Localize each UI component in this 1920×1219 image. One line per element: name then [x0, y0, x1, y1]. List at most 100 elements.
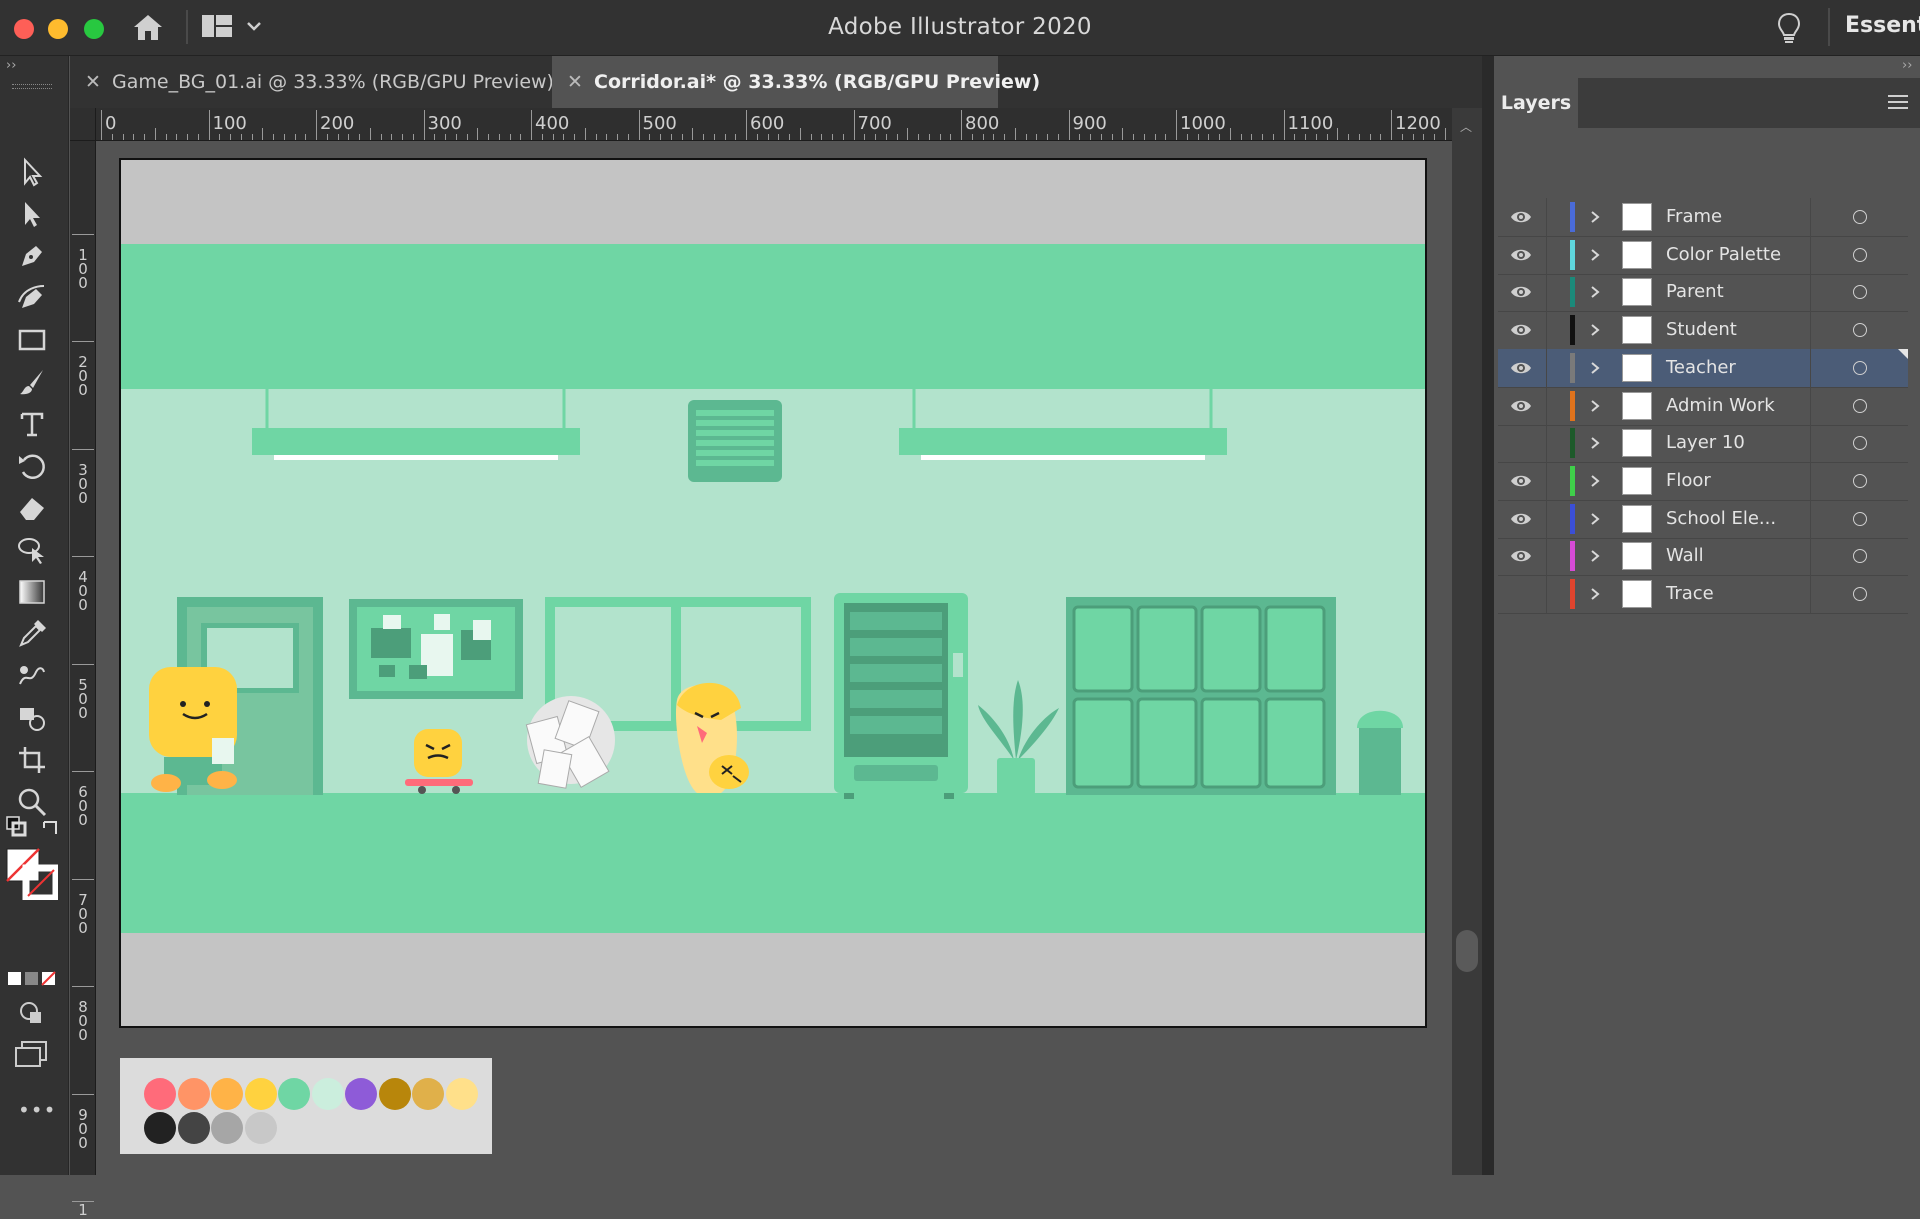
- blend-tool-icon[interactable]: [12, 658, 52, 694]
- layer-row-parent[interactable]: Parent: [1498, 273, 1908, 313]
- rotate-tool-icon[interactable]: [12, 448, 52, 484]
- visibility-eye-icon[interactable]: [1510, 585, 1532, 603]
- palette-swatch[interactable]: [244, 1112, 277, 1144]
- tab-game-bg[interactable]: ✕ Game_BG_01.ai @ 33.33% (RGB/GPU Preview…: [70, 56, 554, 108]
- layer-row-floor[interactable]: Floor: [1498, 461, 1908, 501]
- layer-name[interactable]: School Ele...: [1666, 508, 1776, 529]
- artboard-tool-icon[interactable]: [12, 742, 52, 778]
- color-mode-icons[interactable]: [8, 970, 58, 990]
- pen-tool-icon[interactable]: [12, 238, 52, 274]
- layer-name[interactable]: Admin Work: [1666, 395, 1775, 416]
- panel-menu-icon[interactable]: [1888, 94, 1908, 114]
- palette-swatch[interactable]: [211, 1078, 243, 1110]
- layer-name[interactable]: Teacher: [1666, 357, 1736, 378]
- expand-chevron-icon[interactable]: [1588, 209, 1602, 225]
- expand-chevron-icon[interactable]: [1588, 247, 1602, 263]
- layer-row-student[interactable]: Student: [1498, 311, 1908, 351]
- layer-row-trace[interactable]: Trace: [1498, 575, 1908, 614]
- workspace-switcher[interactable]: Essenti: [1845, 13, 1920, 38]
- drawing-mode-icon[interactable]: [18, 1000, 46, 1030]
- target-circle-icon[interactable]: [1853, 549, 1867, 564]
- target-circle-icon[interactable]: [1853, 285, 1867, 300]
- palette-swatch[interactable]: [144, 1112, 176, 1144]
- screen-mode-icon[interactable]: [14, 1040, 48, 1072]
- expand-chevron-icon[interactable]: [1588, 435, 1602, 451]
- target-circle-icon[interactable]: [1853, 360, 1867, 375]
- target-circle-icon[interactable]: [1853, 398, 1867, 413]
- target-circle-icon[interactable]: [1853, 323, 1867, 338]
- layer-row-wall[interactable]: Wall: [1498, 537, 1908, 577]
- target-circle-icon[interactable]: [1853, 587, 1867, 601]
- palette-swatch[interactable]: [412, 1078, 444, 1110]
- vertical-ruler[interactable]: 01002003004005006007008009001: [70, 108, 96, 1218]
- zoom-tool-icon[interactable]: [12, 784, 52, 820]
- layer-row-color-palette[interactable]: Color Palette: [1498, 235, 1908, 275]
- target-circle-icon[interactable]: [1853, 436, 1867, 451]
- swap-fill-stroke-icon[interactable]: [40, 816, 64, 840]
- ruler-origin[interactable]: [70, 108, 96, 141]
- layer-name[interactable]: Parent: [1666, 281, 1724, 302]
- layer-row-frame[interactable]: Frame: [1498, 198, 1908, 237]
- palette-swatch[interactable]: [211, 1112, 243, 1144]
- scroll-up-icon[interactable]: ︿: [1460, 118, 1472, 135]
- palette-swatch[interactable]: [278, 1078, 310, 1110]
- close-tab-icon[interactable]: ✕: [564, 56, 586, 108]
- gradient-tool-icon[interactable]: [12, 574, 52, 610]
- visibility-eye-icon[interactable]: [1510, 547, 1532, 565]
- expand-chevron-icon[interactable]: [1588, 586, 1602, 602]
- layer-name[interactable]: Trace: [1666, 583, 1714, 604]
- visibility-eye-icon[interactable]: [1510, 283, 1532, 301]
- selection-tool-icon[interactable]: [12, 154, 52, 190]
- layers-tab[interactable]: Layers: [1494, 78, 1578, 128]
- expand-panels-icon[interactable]: ››: [1902, 58, 1912, 73]
- artboard-corridor[interactable]: [119, 158, 1427, 1028]
- palette-swatch[interactable]: [345, 1078, 377, 1110]
- curvature-tool-icon[interactable]: [12, 280, 52, 316]
- palette-swatch[interactable]: [445, 1078, 478, 1110]
- target-circle-icon[interactable]: [1853, 473, 1867, 488]
- palette-swatch[interactable]: [177, 1112, 210, 1144]
- palette-swatch[interactable]: [177, 1078, 210, 1110]
- type-tool-icon[interactable]: [12, 406, 52, 442]
- visibility-eye-icon[interactable]: [1510, 397, 1532, 415]
- expand-chevron-icon[interactable]: [1588, 284, 1602, 300]
- edit-toolbar-button[interactable]: •••: [18, 1098, 56, 1122]
- lightbulb-icon[interactable]: [1777, 11, 1801, 49]
- panel-grip[interactable]: [12, 84, 52, 89]
- palette-swatch[interactable]: [378, 1078, 411, 1110]
- fill-stroke-swatch[interactable]: [6, 848, 60, 902]
- visibility-eye-icon[interactable]: [1510, 472, 1532, 490]
- scroll-thumb[interactable]: [1456, 930, 1478, 972]
- layer-row-teacher[interactable]: Teacher: [1498, 348, 1908, 388]
- expand-chevron-icon[interactable]: [1588, 360, 1602, 376]
- palette-swatch[interactable]: [311, 1078, 344, 1110]
- eyedropper-tool-icon[interactable]: [12, 616, 52, 652]
- direct-selection-tool-icon[interactable]: [12, 196, 52, 232]
- layer-row-school-ele[interactable]: School Ele...: [1498, 499, 1908, 539]
- expand-chevron-icon[interactable]: [1588, 473, 1602, 489]
- horizontal-ruler[interactable]: 0 100 200 300 400 500 600 700 800 900 1000 1100 1200: [95, 108, 1489, 141]
- palette-swatch[interactable]: [244, 1078, 277, 1110]
- layer-row-layer-10[interactable]: Layer 10: [1498, 424, 1908, 464]
- rectangle-tool-icon[interactable]: [12, 322, 52, 358]
- expand-chevron-icon[interactable]: [1588, 322, 1602, 338]
- visibility-eye-icon[interactable]: [1510, 510, 1532, 528]
- visibility-eye-icon[interactable]: [1510, 246, 1532, 264]
- layer-name[interactable]: Floor: [1666, 470, 1711, 491]
- layer-name[interactable]: Wall: [1666, 545, 1704, 566]
- layer-name[interactable]: Layer 10: [1666, 432, 1745, 453]
- target-circle-icon[interactable]: [1853, 210, 1867, 224]
- target-circle-icon[interactable]: [1853, 511, 1867, 526]
- shape-builder-tool-icon[interactable]: [12, 532, 52, 568]
- palette-swatch[interactable]: [144, 1078, 176, 1110]
- tab-corridor[interactable]: ✕ Corridor.ai* @ 33.33% (RGB/GPU Preview): [552, 56, 1040, 108]
- color-palette-artboard[interactable]: [120, 1058, 492, 1154]
- collapse-panel-icon[interactable]: ››: [6, 58, 16, 73]
- close-tab-icon[interactable]: ✕: [82, 56, 104, 108]
- visibility-eye-icon[interactable]: [1510, 434, 1532, 452]
- paintbrush-tool-icon[interactable]: [12, 364, 52, 400]
- expand-chevron-icon[interactable]: [1588, 511, 1602, 527]
- expand-chevron-icon[interactable]: [1588, 548, 1602, 564]
- layer-name[interactable]: Student: [1666, 319, 1737, 340]
- eraser-tool-icon[interactable]: [12, 490, 52, 526]
